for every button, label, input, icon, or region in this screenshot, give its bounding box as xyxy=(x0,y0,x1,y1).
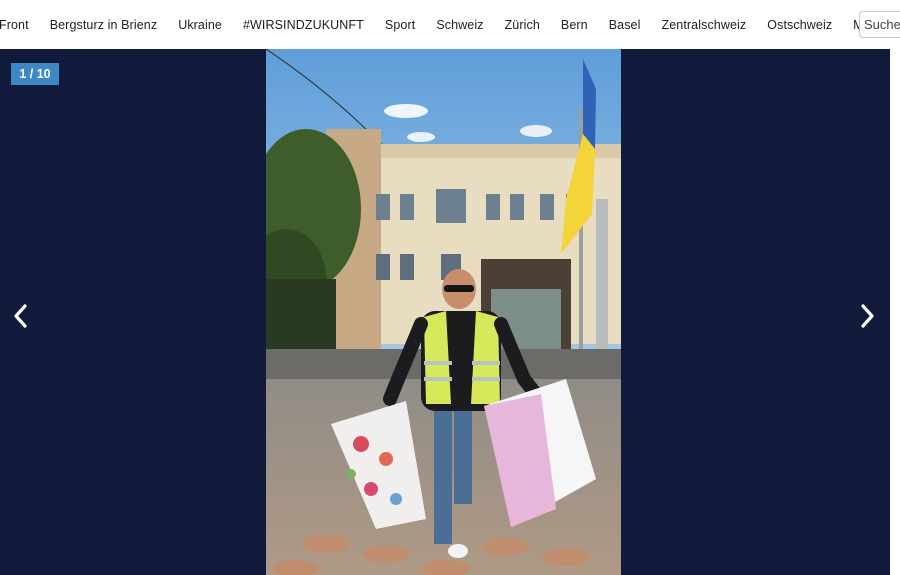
nav-item-ukraine[interactable]: Ukraine xyxy=(178,18,222,32)
nav-item-bergsturz-in-brienz[interactable]: Bergsturz in Brienz xyxy=(50,18,158,32)
nav-item-zentralschweiz[interactable]: Zentralschweiz xyxy=(662,18,747,32)
search-input[interactable] xyxy=(859,11,900,38)
nav-item-basel[interactable]: Basel xyxy=(609,18,641,32)
previous-slide-button[interactable] xyxy=(6,299,34,333)
nav-item-schweiz[interactable]: Schweiz xyxy=(436,18,483,32)
image-gallery: 1 / 10 xyxy=(0,49,890,575)
chevron-left-icon xyxy=(14,304,27,328)
nav-item-bern[interactable]: Bern xyxy=(561,18,588,32)
nav-item-front[interactable]: Front xyxy=(0,18,29,32)
nav-item-wirsindzukunft[interactable]: #WIRSINDZUKUNFT xyxy=(243,18,364,32)
slide-counter: 1 / 10 xyxy=(11,63,59,85)
nav-item-ostschweiz[interactable]: Ostschweiz xyxy=(767,18,832,32)
chevron-right-icon xyxy=(861,304,874,328)
next-slide-button[interactable] xyxy=(854,299,882,333)
photo-illustration xyxy=(266,49,621,575)
gallery-photo xyxy=(266,49,621,575)
top-navigation: Front Bergsturz in Brienz Ukraine #WIRSI… xyxy=(0,0,900,49)
nav-item-sport[interactable]: Sport xyxy=(385,18,415,32)
nav-menu: Front Bergsturz in Brienz Ukraine #WIRSI… xyxy=(0,0,885,49)
nav-item-zuerich[interactable]: Zürich xyxy=(505,18,540,32)
